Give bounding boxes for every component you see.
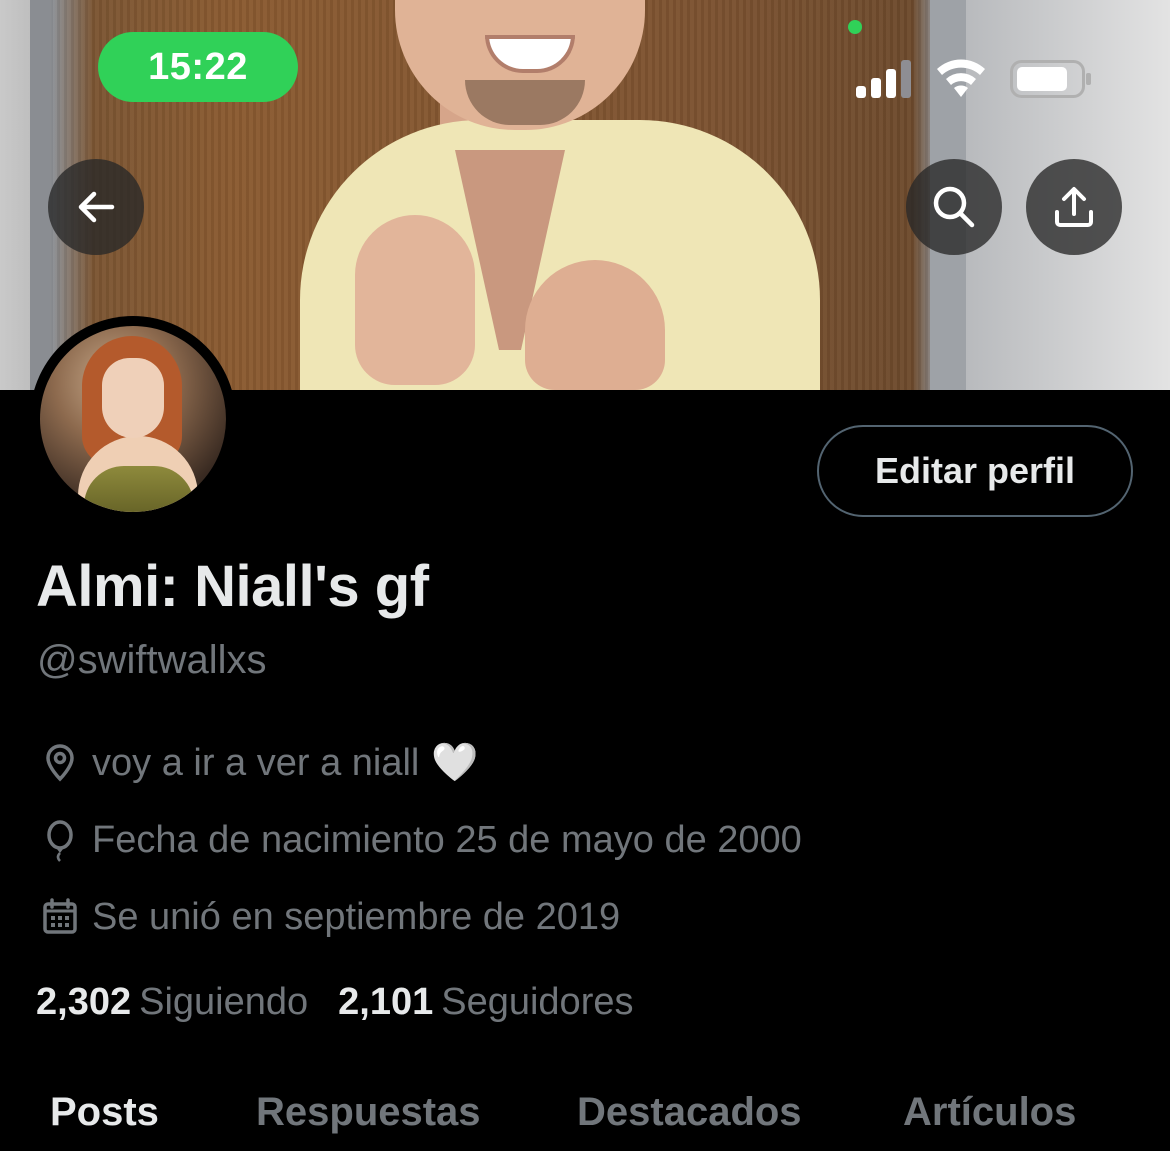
followers-label: Seguidores: [441, 981, 634, 1023]
display-name: Almi: Niall's gf: [36, 554, 429, 619]
camera-indicator-icon: [848, 20, 862, 34]
location-pin-icon: [38, 741, 82, 785]
banner-thumb-left: [355, 215, 475, 385]
search-icon: [933, 186, 975, 228]
profile-joined: Se unió en septiembre de 2019: [38, 895, 620, 939]
user-handle: @swiftwallxs: [37, 638, 267, 682]
wifi-icon: [937, 59, 985, 97]
white-heart-emoji: 🤍: [431, 742, 479, 784]
tab-posts[interactable]: Posts: [50, 1090, 159, 1135]
following-count: 2,302: [36, 981, 132, 1023]
profile-location: voy a ir a ver a niall 🤍: [38, 741, 479, 785]
share-button[interactable]: [1026, 159, 1122, 255]
avatar-photo: [40, 326, 226, 512]
cellular-signal-icon: [856, 60, 911, 98]
joined-text: Se unió en septiembre de 2019: [92, 895, 621, 938]
back-button[interactable]: [48, 159, 144, 255]
birthday-text: Fecha de nacimiento 25 de mayo de 2000: [92, 818, 802, 861]
followers-count: 2,101: [338, 981, 434, 1023]
followers-link[interactable]: 2,101 Seguidores: [338, 981, 633, 1024]
tab-respuestas[interactable]: Respuestas: [256, 1090, 481, 1135]
profile-birthday: Fecha de nacimiento 25 de mayo de 2000: [38, 818, 802, 862]
banner-thumb-right: [525, 260, 665, 390]
location-text: voy a ir a ver a niall: [92, 741, 420, 784]
status-time: 15:22: [98, 32, 298, 102]
arrow-left-icon: [78, 191, 115, 223]
balloon-icon: [38, 818, 82, 862]
battery-icon: [1010, 60, 1091, 98]
search-button[interactable]: [906, 159, 1002, 255]
following-link[interactable]: 2,302 Siguiendo: [36, 981, 308, 1024]
profile-tabs: Posts Respuestas Destacados Artículos: [0, 1090, 1170, 1151]
following-label: Siguiendo: [139, 981, 309, 1023]
avatar-dress: [84, 466, 194, 512]
follow-stats: 2,302 Siguiendo 2,101 Seguidores: [36, 981, 633, 1024]
tab-destacados[interactable]: Destacados: [577, 1090, 802, 1135]
tab-articulos[interactable]: Artículos: [903, 1090, 1076, 1135]
share-upload-icon: [1055, 187, 1093, 227]
calendar-icon: [38, 895, 82, 939]
profile-avatar[interactable]: [30, 316, 236, 522]
avatar-face: [102, 358, 164, 438]
banner-door-frame-left: [30, 0, 50, 390]
edit-profile-button[interactable]: Editar perfil: [817, 425, 1133, 517]
